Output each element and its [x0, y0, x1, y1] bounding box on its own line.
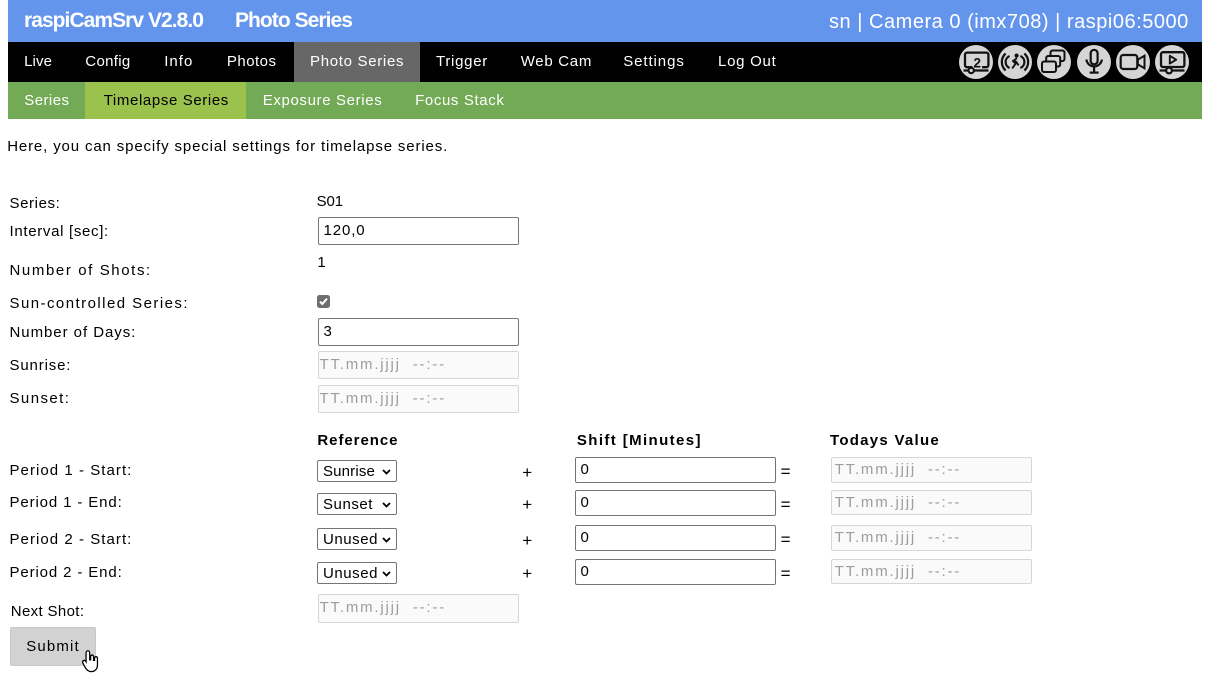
svg-text:2: 2	[973, 55, 981, 70]
